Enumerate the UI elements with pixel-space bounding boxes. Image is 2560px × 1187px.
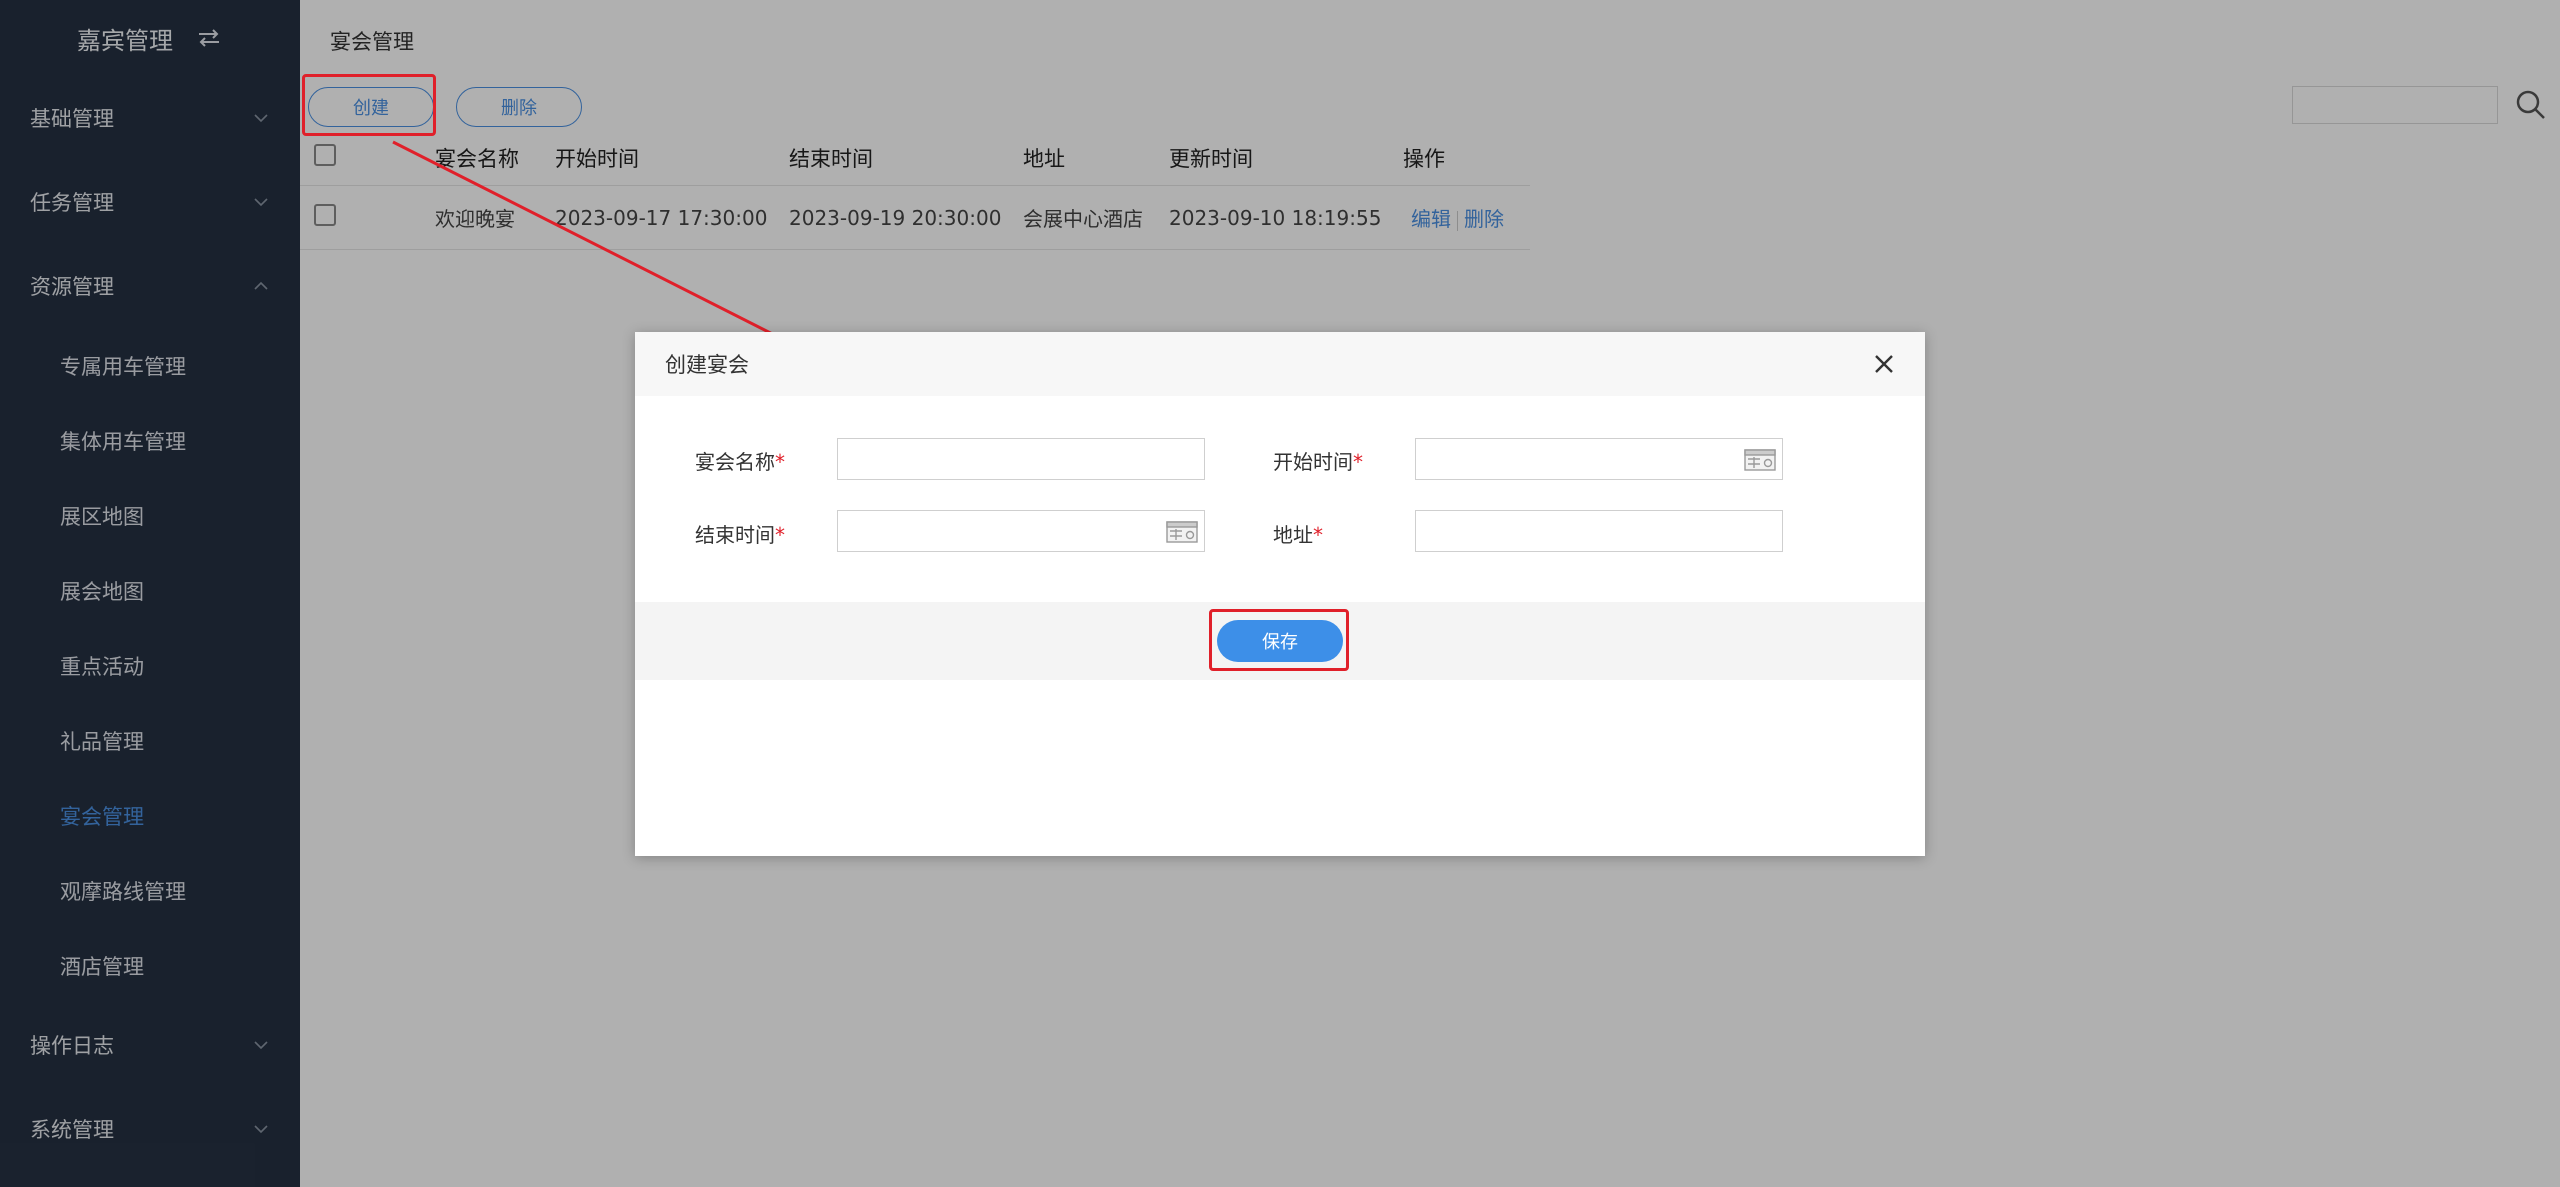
address-label: 地址* [1273,523,1323,547]
highlight-box-save [1209,609,1349,671]
calendar-icon[interactable] [1166,520,1198,544]
name-label: 宴会名称* [695,450,785,474]
close-icon[interactable] [1873,353,1895,375]
address-input[interactable] [1415,510,1783,552]
end-time-label: 结束时间* [695,523,785,547]
dialog-title: 创建宴会 [665,353,749,377]
end-time-input[interactable] [837,510,1205,552]
required-mark: * [775,523,785,547]
create-banquet-dialog: 创建宴会 宴会名称* 开始时间* 结束时间* 地址* 保存 [635,332,1925,856]
required-mark: * [1313,523,1323,547]
start-time-input[interactable] [1415,438,1783,480]
required-mark: * [775,450,785,474]
calendar-icon[interactable] [1744,448,1776,472]
start-time-label: 开始时间* [1273,450,1363,474]
highlight-box-create [302,74,436,136]
banquet-form: 宴会名称* 开始时间* 结束时间* 地址* [635,396,1925,602]
required-mark: * [1353,450,1363,474]
banquet-name-input[interactable] [837,438,1205,480]
dialog-header: 创建宴会 [635,332,1925,396]
